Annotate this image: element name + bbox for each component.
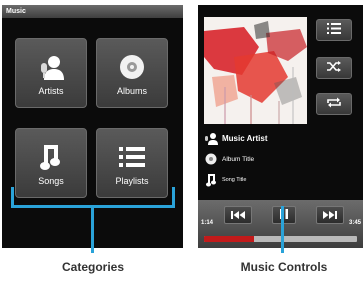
- music-controls-label: Music Controls: [240, 260, 328, 274]
- music-note-icon: [16, 143, 86, 171]
- pause-button[interactable]: [272, 206, 296, 224]
- album-disc-icon: [204, 152, 218, 166]
- category-songs-tile[interactable]: Songs: [15, 128, 87, 198]
- category-label: Playlists: [115, 176, 149, 186]
- artist-icon: [16, 53, 86, 81]
- song-title: Song Title: [222, 177, 247, 183]
- previous-icon: [231, 206, 245, 224]
- progress-fill: [204, 236, 255, 242]
- next-button[interactable]: [316, 206, 344, 224]
- repeat-button[interactable]: [316, 93, 352, 115]
- category-label: Songs: [38, 176, 64, 186]
- album-disc-icon: [97, 53, 167, 81]
- category-albums-tile[interactable]: Albums: [96, 38, 168, 108]
- album-art: [204, 17, 307, 124]
- repeat-icon: [327, 95, 341, 113]
- album-row: Album Title: [204, 152, 254, 166]
- category-label: Artists: [38, 86, 64, 96]
- category-artists-tile[interactable]: Artists: [15, 38, 87, 108]
- shuffle-icon: [327, 59, 341, 77]
- app-title: Music: [6, 8, 26, 15]
- artist-icon: [204, 131, 218, 145]
- previous-button[interactable]: [224, 206, 252, 224]
- artist-name: Music Artist: [222, 133, 268, 143]
- music-note-icon: [204, 173, 218, 187]
- total-time: 3:45: [348, 220, 361, 226]
- list-icon: [327, 21, 341, 39]
- categories-label: Categories: [61, 260, 125, 274]
- song-row: Song Title: [204, 173, 246, 187]
- next-icon: [323, 206, 337, 224]
- artist-row: Music Artist: [204, 131, 268, 145]
- album-title: Album Title: [222, 155, 255, 163]
- category-playlists-tile[interactable]: Playlists: [96, 128, 168, 198]
- playlist-icon: [97, 143, 167, 171]
- status-bar: Music: [2, 5, 183, 18]
- shuffle-button[interactable]: [316, 57, 352, 79]
- list-button[interactable]: [316, 19, 352, 41]
- category-label: Albums: [116, 86, 147, 96]
- elapsed-time: 1:14: [201, 220, 214, 226]
